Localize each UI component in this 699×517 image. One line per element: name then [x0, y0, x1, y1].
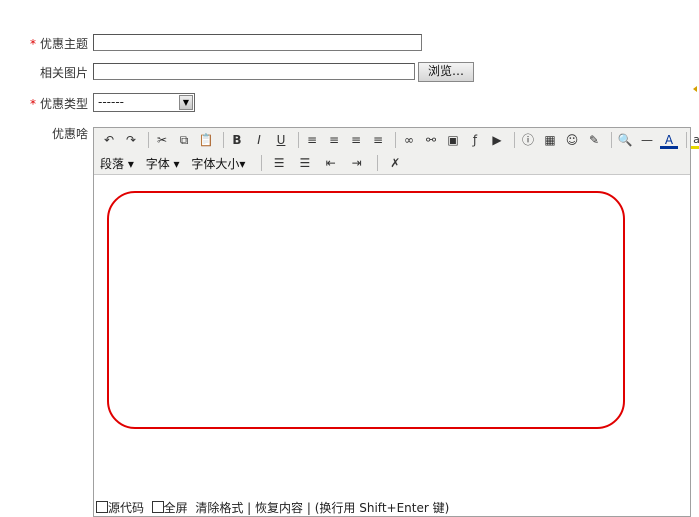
toolbar-separator — [611, 132, 612, 148]
horizontal-rule-icon[interactable]: — — [638, 131, 656, 149]
toolbar-separator — [395, 132, 396, 148]
type-label: 优惠类型 — [40, 97, 89, 111]
subject-label-row: * 优惠主题 — [30, 35, 88, 52]
toolbar-row-1: ↶↷✂⧉📋BIU≡≡≡≡∞⚯▣ƒ▶ⓘ▦☺✎🔍—Aab — [100, 131, 699, 149]
paragraph-dropdown-label: 段落 — [100, 156, 125, 171]
required-mark: * — [30, 37, 36, 51]
editor-status-bar: 源代码 全屏 清除格式 | 恢复内容 | (换行用 Shift+Enter 键) — [96, 499, 449, 516]
unlink-icon[interactable]: ⚯ — [422, 131, 440, 149]
toolbar-row-2: 段落 ▾ 字体 ▾ 字体大小▾ ☰ ☰ ⇤ ⇥ ✗ — [100, 154, 408, 172]
align-right-icon[interactable]: ≡ — [347, 131, 365, 149]
font-color-icon[interactable]: A — [660, 131, 678, 149]
note-icon[interactable]: ✎ — [585, 131, 603, 149]
required-mark: * — [30, 97, 36, 111]
toolbar-separator — [148, 132, 149, 148]
type-select[interactable]: ------ ▼ — [93, 93, 195, 112]
ordered-list-icon[interactable]: ☰ — [270, 154, 288, 172]
undo-icon[interactable]: ↶ — [100, 131, 118, 149]
italic-icon[interactable]: I — [250, 131, 268, 149]
subject-input[interactable] — [93, 34, 422, 51]
chevron-down-icon: ▾ — [173, 156, 180, 171]
unordered-list-icon[interactable]: ☰ — [296, 154, 314, 172]
font-size-dropdown[interactable]: 字体大小▾ — [191, 155, 245, 172]
edge-marker-icon — [693, 86, 697, 92]
media-icon[interactable]: ▶ — [488, 131, 506, 149]
highlight-icon[interactable]: ab — [691, 131, 699, 149]
toolbar-separator — [686, 132, 687, 148]
fullscreen-label: 全屏 — [163, 501, 188, 515]
emoticon-icon[interactable]: ☺ — [563, 131, 581, 149]
toolbar-separator — [298, 132, 299, 148]
font-dropdown-label: 字体 — [145, 156, 170, 171]
image-icon[interactable]: ▣ — [444, 131, 462, 149]
font-dropdown[interactable]: 字体 ▾ — [146, 155, 180, 172]
source-checkbox[interactable] — [96, 501, 108, 513]
image-label: 相关图片 — [40, 66, 89, 80]
chevron-down-icon: ▾ — [239, 156, 246, 171]
font-size-dropdown-label: 字体大小 — [191, 156, 240, 171]
rich-text-editor: ↶↷✂⧉📋BIU≡≡≡≡∞⚯▣ƒ▶ⓘ▦☺✎🔍—Aab 段落 ▾ 字体 ▾ 字体大… — [93, 127, 699, 517]
clear-format-link[interactable]: 清除格式 — [195, 501, 243, 515]
toolbar-separator — [261, 155, 263, 171]
type-label-row: * 优惠类型 — [30, 95, 88, 112]
line-break-hint: (换行用 Shift+Enter 键) — [314, 501, 450, 515]
fullscreen-checkbox[interactable] — [151, 501, 164, 513]
toolbar-separator — [377, 155, 379, 171]
subject-label: 优惠主题 — [40, 37, 89, 51]
editor-content-area[interactable] — [94, 175, 690, 497]
indent-icon[interactable]: ⇥ — [348, 154, 366, 172]
chevron-down-icon[interactable]: ▼ — [179, 95, 193, 110]
search-icon[interactable]: 🔍 — [616, 131, 634, 149]
flash-icon[interactable]: ƒ — [466, 131, 484, 149]
source-label: 源代码 — [108, 501, 145, 515]
image-path-input[interactable] — [93, 63, 415, 80]
table-icon[interactable]: ▦ — [541, 131, 559, 149]
remove-format-icon[interactable]: ✗ — [386, 154, 404, 172]
content-label: 优惠啥 — [52, 127, 89, 141]
restore-content-link[interactable]: 恢复内容 — [255, 501, 303, 515]
status-separator: | — [247, 501, 252, 515]
chevron-down-icon: ▾ — [127, 156, 134, 171]
highlight-outline — [107, 191, 625, 429]
info-icon[interactable]: ⓘ — [519, 131, 537, 149]
paragraph-dropdown[interactable]: 段落 ▾ — [100, 155, 134, 172]
align-left-icon[interactable]: ≡ — [303, 131, 321, 149]
editor-toolbar: ↶↷✂⧉📋BIU≡≡≡≡∞⚯▣ƒ▶ⓘ▦☺✎🔍—Aab 段落 ▾ 字体 ▾ 字体大… — [94, 128, 699, 175]
underline-icon[interactable]: U — [272, 131, 290, 149]
align-justify-icon[interactable]: ≡ — [369, 131, 387, 149]
cut-icon[interactable]: ✂ — [153, 131, 171, 149]
outdent-icon[interactable]: ⇤ — [322, 154, 340, 172]
type-select-value: ------ — [98, 95, 124, 109]
paste-icon[interactable]: 📋 — [197, 131, 215, 149]
align-center-icon[interactable]: ≡ — [325, 131, 343, 149]
status-separator: | — [306, 501, 311, 515]
bold-icon[interactable]: B — [228, 131, 246, 149]
browse-button[interactable]: 浏览… — [418, 62, 474, 82]
redo-icon[interactable]: ↷ — [122, 131, 140, 149]
copy-icon[interactable]: ⧉ — [175, 131, 193, 149]
toolbar-separator — [223, 132, 224, 148]
link-icon[interactable]: ∞ — [400, 131, 418, 149]
toolbar-separator — [514, 132, 515, 148]
